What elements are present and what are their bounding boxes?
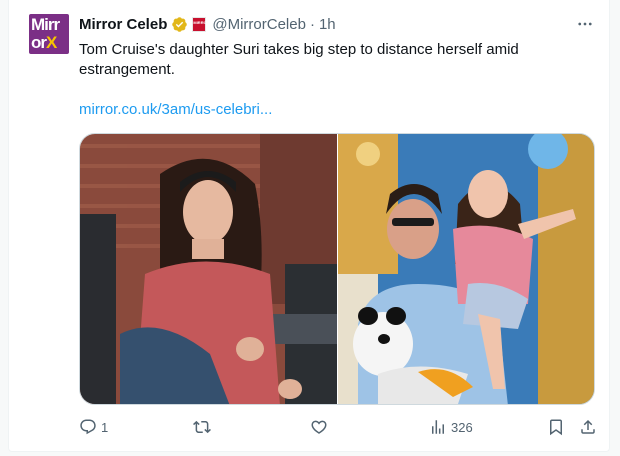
repost-icon xyxy=(193,420,211,434)
author-avatar[interactable]: Mirr orX xyxy=(29,14,69,54)
media-gallery[interactable] xyxy=(79,133,595,405)
verified-badge-icon[interactable] xyxy=(171,16,188,33)
share-button[interactable] xyxy=(579,416,597,438)
avatar-logo-line2b: X xyxy=(46,33,57,52)
avatar-logo-line2a: or xyxy=(31,33,47,52)
photo-woman-headphones[interactable] xyxy=(80,134,337,404)
tweet-header: Mirror Celeb MIRROR @MirrorCeleb · 1h xyxy=(79,14,336,34)
tweet-card[interactable]: Mirr orX Mirror Celeb MIRROR @MirrorCele… xyxy=(8,0,610,452)
reply-icon xyxy=(80,419,96,435)
author-name[interactable]: Mirror Celeb xyxy=(79,16,167,33)
reply-button[interactable]: 1 xyxy=(79,416,108,438)
affiliate-badge-icon[interactable]: MIRROR xyxy=(192,16,210,32)
more-options-icon[interactable] xyxy=(575,14,595,34)
article-link[interactable]: mirror.co.uk/3am/us-celebri... xyxy=(79,100,272,120)
avatar-logo-line1: Mirr xyxy=(31,15,60,34)
bookmark-icon xyxy=(550,419,562,436)
analytics-icon xyxy=(432,420,444,434)
share-icon xyxy=(581,419,595,434)
action-bar: 1 326 xyxy=(79,416,601,438)
post-time[interactable]: 1h xyxy=(319,16,336,33)
separator-dot: · xyxy=(309,15,315,33)
bookmark-button[interactable] xyxy=(547,416,565,438)
views-count: 326 xyxy=(451,419,473,435)
heart-icon xyxy=(311,420,327,434)
tweet-text: Tom Cruise's daughter Suri takes big ste… xyxy=(79,41,519,78)
author-handle[interactable]: @MirrorCeleb xyxy=(212,16,306,33)
photo-man-carrying-child[interactable] xyxy=(338,134,594,404)
reply-count: 1 xyxy=(101,419,109,435)
avatar-logo-line2: orX xyxy=(31,33,57,52)
like-button[interactable] xyxy=(310,416,332,438)
views-button[interactable]: 326 xyxy=(429,416,473,438)
repost-button[interactable] xyxy=(193,416,215,438)
